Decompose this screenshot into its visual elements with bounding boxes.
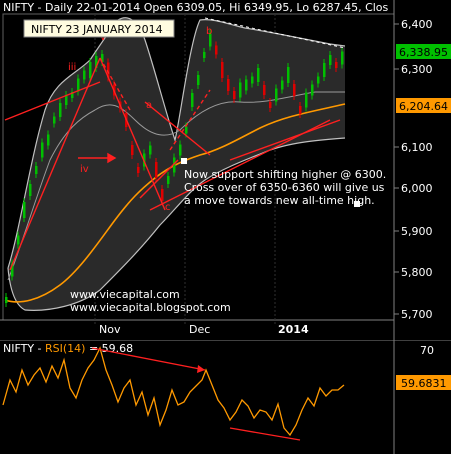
candle-body xyxy=(5,297,8,303)
candle-body xyxy=(251,76,254,84)
candle-body xyxy=(191,93,194,107)
price-tick: 6,400 xyxy=(401,18,433,31)
rsi-panel[interactable]: NIFTY - RSI(14) = 59.68 70 59.6831 xyxy=(0,340,451,454)
candle-body xyxy=(179,144,182,156)
candle-body xyxy=(83,70,86,80)
candle-body xyxy=(299,106,302,114)
price-tick: 5,800 xyxy=(401,266,433,279)
last-price-label: 6,338.95 xyxy=(399,46,448,59)
rsi-title-prefix: NIFTY - xyxy=(3,342,45,355)
candle-body xyxy=(293,84,296,96)
ma-label: 6,204.64 xyxy=(399,100,448,113)
candle-body xyxy=(77,78,80,92)
rsi-value-label: 59.6831 xyxy=(401,377,447,390)
candle-body xyxy=(41,142,44,158)
wave-label-b: b xyxy=(206,26,212,37)
wave-label-iii: iii xyxy=(68,62,76,73)
price-tick: 5,700 xyxy=(401,308,433,321)
candle-body xyxy=(317,76,320,84)
candle-body xyxy=(305,92,308,108)
candle-body xyxy=(155,162,158,178)
candle-body xyxy=(257,68,260,82)
candle-body xyxy=(263,85,266,95)
rsi-line xyxy=(2,346,345,437)
candle-body xyxy=(287,67,290,83)
annotation-line-1: Now support shifting higher @ 6300. xyxy=(184,168,386,181)
candle-body xyxy=(161,189,164,201)
price-tick: 6,100 xyxy=(401,141,433,154)
time-label-nov: Nov xyxy=(99,323,121,336)
rsi-axis-top: 70 xyxy=(420,344,434,357)
price-tick: 6,000 xyxy=(401,182,433,195)
candle-body xyxy=(167,176,170,184)
rsi-title-indicator: RSI(14) xyxy=(45,342,85,355)
rsi-title: NIFTY - RSI(14) = 59.68 xyxy=(3,342,133,355)
price-tick: 5,900 xyxy=(401,225,433,238)
candle-body xyxy=(203,52,206,58)
candle-body xyxy=(23,202,26,218)
candle-body xyxy=(185,126,188,134)
candle-body xyxy=(89,62,92,78)
rsi-divergence-top xyxy=(91,347,206,371)
date-box-text: NIFTY 23 JANUARY 2014 xyxy=(31,23,163,36)
candle-body xyxy=(29,184,32,196)
candle-body xyxy=(233,91,236,99)
candle-body xyxy=(335,62,338,68)
wave-label-iv: iv xyxy=(80,164,89,175)
candle-body xyxy=(59,103,62,117)
candle-body xyxy=(239,82,242,98)
price-chart-svg: iii iv v a b c Now support shifting high… xyxy=(0,0,451,340)
annotation-marker-start xyxy=(181,158,187,164)
watermark-line-2: www.viecapital.blogspot.com xyxy=(70,301,231,314)
price-chart-panel[interactable]: iii iv v a b c Now support shifting high… xyxy=(0,0,451,340)
wave-label-a: a xyxy=(146,100,152,111)
candle-body xyxy=(197,75,200,85)
candle-body xyxy=(275,88,278,102)
chart-title: NIFTY - Daily 22-01-2014 Open 6309.05, H… xyxy=(3,1,389,14)
time-label-2014: 2014 xyxy=(278,323,309,336)
candle-body xyxy=(341,51,344,65)
annotation-line-2: Cross over of 6350-6360 will give us xyxy=(184,181,385,194)
wave-label-c: c xyxy=(165,202,171,213)
candle-body xyxy=(131,145,134,155)
candle-body xyxy=(227,79,230,91)
candle-body xyxy=(269,102,272,108)
rsi-divergence-arrow xyxy=(197,365,205,373)
watermark-line-1: www.viecapital.com xyxy=(70,288,180,301)
price-axis: 6,400 6,300 6,100 6,000 5,900 5,800 5,70… xyxy=(394,18,433,321)
candle-body xyxy=(53,116,56,124)
candle-body xyxy=(311,84,314,96)
time-label-dec: Dec xyxy=(189,323,210,336)
candle-body xyxy=(281,80,284,90)
candle-body xyxy=(47,134,50,146)
rsi-svg: NIFTY - RSI(14) = 59.68 70 59.6831 xyxy=(0,340,451,454)
candle-body xyxy=(215,45,218,55)
price-tick: 6,300 xyxy=(401,63,433,76)
candle-body xyxy=(245,79,248,91)
candle-body xyxy=(221,62,224,78)
candle-body xyxy=(35,166,38,174)
annotation-line-3: a move towards new all-time high. xyxy=(184,194,375,207)
candle-body xyxy=(137,167,140,173)
candle-body xyxy=(329,55,332,65)
candle-body xyxy=(17,235,20,245)
candle-body xyxy=(323,63,326,77)
candle-body xyxy=(149,145,152,155)
